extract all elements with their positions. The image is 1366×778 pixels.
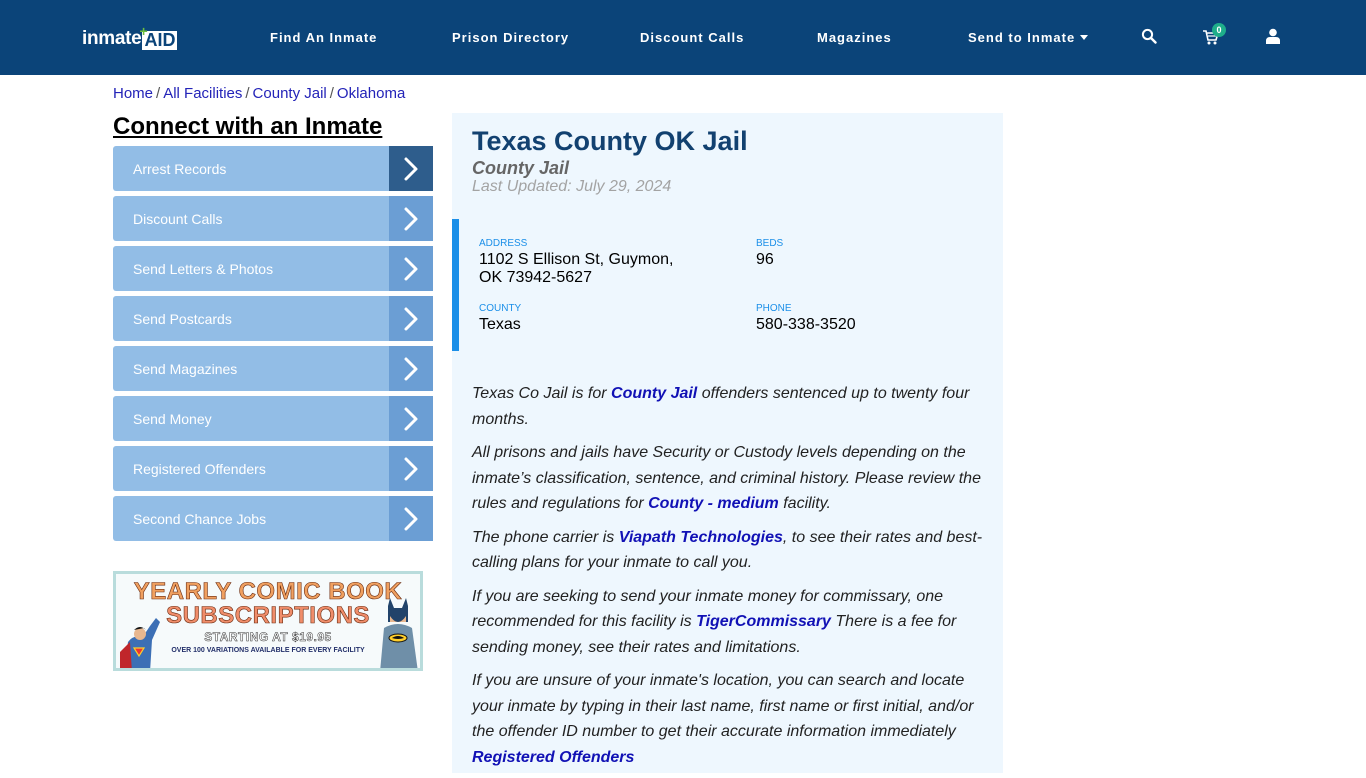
menu-item-arrest-records[interactable]: Arrest Records (113, 146, 433, 191)
menu-item-label: Registered Offenders (133, 460, 266, 477)
last-updated: Last Updated: July 29, 2024 (472, 178, 672, 195)
comic-subscription-banner[interactable]: YEARLY COMIC BOOK SUBSCRIPTIONS STARTING… (113, 571, 423, 671)
banner-headline-2: SUBSCRIPTIONS (166, 602, 370, 630)
connect-menu: Arrest Records Discount Calls Send Lette… (113, 146, 433, 546)
nav-prison-directory[interactable]: Prison Directory (452, 0, 569, 75)
link-registered-offenders[interactable]: Registered Offenders (472, 749, 634, 766)
menu-item-send-letters-photos[interactable]: Send Letters & Photos (113, 246, 433, 291)
nav-send-to-inmate[interactable]: Send to Inmate (968, 0, 1089, 75)
breadcrumb-separator: / (245, 85, 250, 102)
nav-find-an-inmate[interactable]: Find An Inmate (270, 0, 377, 75)
menu-item-label: Send Letters & Photos (133, 260, 274, 277)
county-value: Texas (479, 316, 521, 333)
facility-name: Texas County OK Jail (472, 126, 748, 156)
paragraph-sentence-info: Texas Co Jail is for County Jail offende… (472, 385, 970, 428)
menu-item-send-money[interactable]: Send Money (113, 396, 433, 441)
facility-info-box: ADDRESS 1102 S Ellison St, Guymon, OK 73… (452, 219, 1003, 351)
menu-item-send-magazines[interactable]: Send Magazines (113, 346, 433, 391)
facility-panel: Texas County OK Jail County Jail Last Up… (452, 113, 1003, 773)
menu-item-label: Discount Calls (133, 210, 223, 227)
link-county-medium[interactable]: County - medium (648, 495, 779, 512)
beds-value: 96 (756, 251, 774, 268)
nav-send-to-inmate-label: Send to Inmate (968, 30, 1076, 45)
menu-item-label: Send Magazines (133, 360, 238, 377)
link-county-jail[interactable]: County Jail (611, 385, 697, 402)
chevron-right-icon (389, 396, 433, 441)
chevron-right-icon (389, 146, 433, 191)
account-button[interactable] (1261, 24, 1285, 48)
paragraph-inmate-search: If you are unsure of your inmate's locat… (472, 672, 974, 766)
search-button[interactable] (1137, 24, 1161, 48)
chevron-right-icon (389, 496, 433, 541)
paragraph-security-level: All prisons and jails have Security or C… (472, 444, 981, 512)
beds-label: BEDS (756, 238, 784, 249)
county-field: COUNTY Texas (479, 303, 521, 334)
menu-item-label: Second Chance Jobs (133, 510, 267, 527)
address-field: ADDRESS 1102 S Ellison St, Guymon, OK 73… (479, 238, 673, 287)
logo-text-inmate: inmate (82, 28, 142, 49)
chevron-right-icon (389, 196, 433, 241)
logo-plus-icon: + (139, 23, 148, 39)
banner-price: STARTING AT $19.95 (204, 630, 332, 645)
paragraph-phone-carrier: The phone carrier is Viapath Technologie… (472, 528, 983, 572)
phone-label: PHONE (756, 303, 792, 314)
facility-type: County Jail (472, 158, 570, 178)
breadcrumb-all-facilities[interactable]: All Facilities (163, 85, 242, 102)
county-label: COUNTY (479, 303, 522, 314)
menu-item-label: Send Postcards (133, 310, 232, 327)
address-label: ADDRESS (479, 238, 528, 249)
cart-count-badge: 0 (1212, 23, 1226, 37)
nav-discount-calls[interactable]: Discount Calls (640, 0, 744, 75)
link-tigercommissary[interactable]: TigerCommissary (696, 613, 831, 630)
chevron-right-icon (389, 296, 433, 341)
beds-field: BEDS 96 (756, 238, 783, 269)
chevron-right-icon (389, 246, 433, 291)
link-viapath-technologies[interactable]: Viapath Technologies (619, 529, 783, 546)
breadcrumb-separator: / (156, 85, 161, 102)
breadcrumb-home[interactable]: Home (113, 85, 153, 102)
inmateaid-logo[interactable]: inmate + AID (82, 23, 178, 50)
connect-with-inmate-heading[interactable]: Connect with an Inmate (113, 113, 382, 141)
phone-value[interactable]: 580-338-3520 (756, 316, 856, 334)
nav-magazines[interactable]: Magazines (817, 0, 892, 75)
top-navbar: inmate + AID Find An Inmate Prison Direct… (0, 0, 1366, 75)
paragraph-commissary: If you are seeking to send your inmate m… (472, 587, 957, 656)
facility-description: Texas Co Jail is for County Jail offende… (472, 381, 987, 778)
menu-item-send-postcards[interactable]: Send Postcards (113, 296, 433, 341)
logo-text-aid: + AID (139, 23, 178, 50)
banner-tagline: OVER 100 VARIATIONS AVAILABLE FOR EVERY … (171, 647, 365, 654)
menu-item-registered-offenders[interactable]: Registered Offenders (113, 446, 433, 491)
search-icon (1141, 28, 1157, 44)
menu-item-label: Arrest Records (133, 160, 227, 177)
menu-item-discount-calls[interactable]: Discount Calls (113, 196, 433, 241)
chevron-right-icon (389, 446, 433, 491)
breadcrumb-county-jail[interactable]: County Jail (253, 85, 327, 102)
breadcrumb-separator: / (329, 85, 334, 102)
chevron-right-icon (389, 346, 433, 391)
address-line-1: 1102 S Ellison St, Guymon, (479, 251, 674, 268)
caret-down-icon (1080, 35, 1089, 40)
address-line-2: OK 73942-5627 (479, 269, 592, 286)
breadcrumb-oklahoma[interactable]: Oklahoma (337, 85, 405, 102)
menu-item-label: Send Money (133, 410, 212, 427)
phone-field: PHONE 580-338-3520 (756, 303, 856, 334)
breadcrumb: Home / All Facilities / County Jail / Oklahoma (113, 85, 405, 102)
user-icon (1266, 28, 1280, 44)
menu-item-second-chance-jobs[interactable]: Second Chance Jobs (113, 496, 433, 541)
